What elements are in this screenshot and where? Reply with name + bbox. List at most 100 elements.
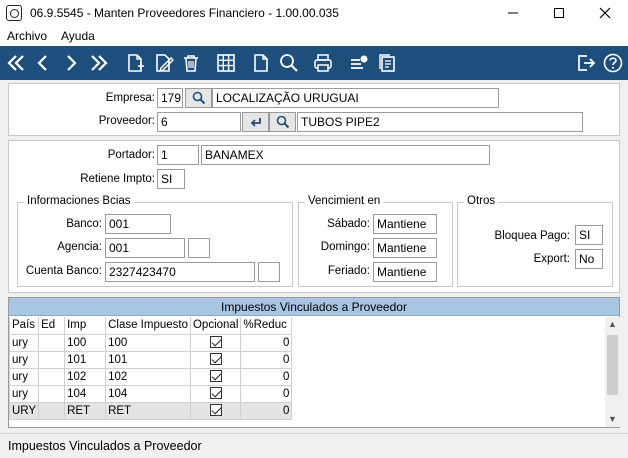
bloquea-field[interactable]: SI xyxy=(575,225,603,245)
cell-reduc[interactable]: 0 xyxy=(240,350,293,369)
scroll-down-icon[interactable]: ▼ xyxy=(605,412,620,427)
settings-list-icon[interactable] xyxy=(346,50,372,76)
cell-pais[interactable]: ury xyxy=(8,350,40,369)
column-header-pais[interactable]: País xyxy=(8,317,40,335)
empresa-search-button[interactable] xyxy=(185,88,212,108)
app-icon xyxy=(6,5,22,21)
otros-title: Otros xyxy=(464,195,499,207)
cell-opcional[interactable] xyxy=(189,333,242,352)
feriado-field[interactable]: Mantiene xyxy=(373,262,437,282)
cell-ed[interactable] xyxy=(38,401,66,420)
retiene-label: Retiene Impto: xyxy=(80,173,155,185)
column-header-ed[interactable]: Ed xyxy=(38,317,66,335)
next-icon[interactable] xyxy=(58,50,84,76)
grid-title: Impuestos Vinculados a Proveedor xyxy=(9,298,619,316)
copy-icon[interactable] xyxy=(374,50,400,76)
domingo-field[interactable]: Mantiene xyxy=(373,238,437,258)
column-header-opcional[interactable]: Opcional xyxy=(189,317,242,335)
cell-ed[interactable] xyxy=(38,367,66,386)
cell-imp[interactable]: 104 xyxy=(64,384,107,403)
cell-clase[interactable]: 101 xyxy=(105,350,191,369)
cell-clase[interactable]: 102 xyxy=(105,367,191,386)
enter-icon xyxy=(250,118,261,127)
cell-opcional[interactable] xyxy=(189,367,242,386)
cell-reduc[interactable]: 0 xyxy=(240,401,293,420)
window-title: 06.9.5545 - Manten Proveedores Financier… xyxy=(30,6,339,20)
cell-pais[interactable]: ury xyxy=(8,367,40,386)
delete-icon[interactable] xyxy=(178,50,204,76)
cell-imp[interactable]: RET xyxy=(64,401,107,420)
cell-opcional[interactable] xyxy=(189,384,242,403)
export-label: Export: xyxy=(533,253,570,265)
impuestos-grid: Impuestos Vinculados a Proveedor País Ed… xyxy=(8,297,620,428)
scroll-up-icon[interactable]: ▲ xyxy=(605,317,620,332)
cell-pais[interactable]: URY xyxy=(8,401,40,420)
menu-archivo[interactable]: Archivo xyxy=(0,29,54,43)
cell-opcional[interactable] xyxy=(189,350,242,369)
opcional-checkbox[interactable] xyxy=(209,336,222,349)
opcional-checkbox[interactable] xyxy=(209,370,222,383)
table-row[interactable]: ury 104 104 0 xyxy=(8,384,293,403)
empresa-code-field[interactable]: 179 xyxy=(157,88,183,108)
scrollbar-thumb[interactable] xyxy=(607,335,618,395)
column-header-imp[interactable]: Imp xyxy=(64,317,107,335)
new-record-icon[interactable] xyxy=(122,50,148,76)
search-icon[interactable] xyxy=(276,50,302,76)
sabado-label: Sábado: xyxy=(327,218,370,230)
agencia-dv-field[interactable] xyxy=(188,238,210,258)
help-icon[interactable] xyxy=(600,50,626,76)
cell-pais[interactable]: ury xyxy=(8,333,40,352)
table-row[interactable]: ury 102 102 0 xyxy=(8,367,293,386)
table-row-selected[interactable]: URY RET RET 0 xyxy=(8,401,293,420)
previous-icon[interactable] xyxy=(30,50,56,76)
grid-icon[interactable] xyxy=(213,50,239,76)
portador-code-field[interactable]: 1 xyxy=(157,145,199,165)
cell-imp[interactable]: 101 xyxy=(64,350,107,369)
sabado-field[interactable]: Mantiene xyxy=(373,214,437,234)
opcional-checkbox[interactable] xyxy=(209,387,222,400)
menu-bar: Archivo Ayuda xyxy=(0,26,628,46)
column-header-clase[interactable]: Clase Impuesto xyxy=(105,317,191,335)
minimize-button[interactable] xyxy=(490,0,536,26)
menu-ayuda[interactable]: Ayuda xyxy=(54,29,102,43)
cell-ed[interactable] xyxy=(38,384,66,403)
table-row[interactable]: ury 101 101 0 xyxy=(8,350,293,369)
proveedor-enter-button[interactable] xyxy=(242,112,269,132)
opcional-checkbox[interactable] xyxy=(209,353,222,366)
cell-ed[interactable] xyxy=(38,333,66,352)
last-icon[interactable] xyxy=(86,50,112,76)
column-header-reduc[interactable]: %Reduc xyxy=(240,317,293,335)
cell-imp[interactable]: 102 xyxy=(64,367,107,386)
cell-clase[interactable]: 100 xyxy=(105,333,191,352)
cell-reduc[interactable]: 0 xyxy=(240,333,293,352)
grid-scrollbar[interactable]: ▲ ▼ xyxy=(605,317,620,427)
document-icon[interactable] xyxy=(248,50,274,76)
edit-icon[interactable] xyxy=(151,50,177,76)
banco-field[interactable]: 001 xyxy=(105,214,171,234)
cell-clase[interactable]: RET xyxy=(105,401,191,420)
cuenta-field[interactable]: 2327423470 xyxy=(105,262,255,282)
cell-opcional[interactable] xyxy=(189,401,242,420)
export-field[interactable]: No xyxy=(575,249,603,269)
cell-pais[interactable]: ury xyxy=(8,384,40,403)
proveedor-search-button[interactable] xyxy=(269,112,296,132)
table-row[interactable]: ury 100 100 0 xyxy=(8,333,293,352)
proveedor-name-field: TUBOS PIPE2 xyxy=(297,112,583,132)
proveedor-code-field[interactable]: 6 xyxy=(157,112,241,132)
opcional-checkbox[interactable] xyxy=(209,404,222,417)
agencia-field[interactable]: 001 xyxy=(105,238,185,258)
table-header-row: País Ed Imp Clase Impuesto Opcional %Red… xyxy=(8,317,293,335)
cell-clase[interactable]: 104 xyxy=(105,384,191,403)
cell-reduc[interactable]: 0 xyxy=(240,367,293,386)
cell-reduc[interactable]: 0 xyxy=(240,384,293,403)
first-icon[interactable] xyxy=(3,50,29,76)
maximize-button[interactable] xyxy=(536,0,582,26)
retiene-field[interactable]: SI xyxy=(157,169,185,189)
exit-icon[interactable] xyxy=(573,50,599,76)
empresa-label: Empresa: xyxy=(105,92,155,104)
cell-ed[interactable] xyxy=(38,350,66,369)
cell-imp[interactable]: 100 xyxy=(64,333,107,352)
close-button[interactable] xyxy=(582,0,628,26)
cuenta-dv-field[interactable] xyxy=(258,262,280,282)
print-icon[interactable] xyxy=(310,50,336,76)
